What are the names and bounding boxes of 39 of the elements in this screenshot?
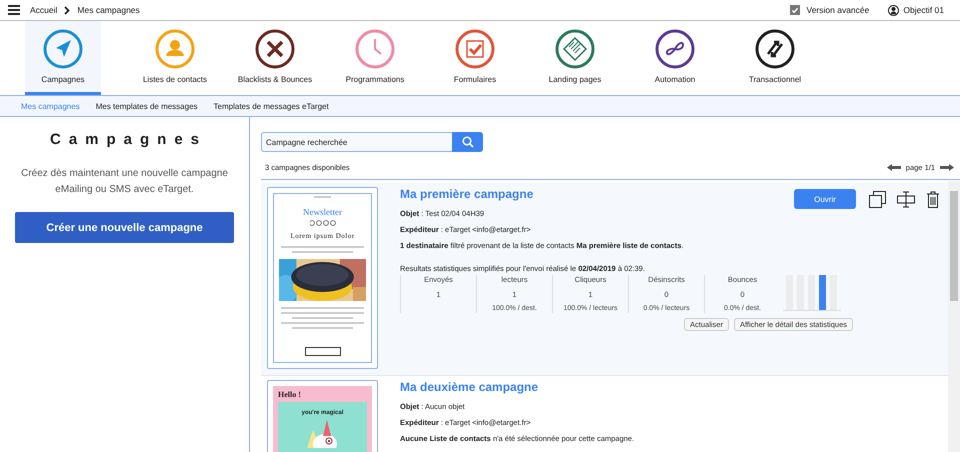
nav-tab[interactable]: Listes de contacts bbox=[125, 21, 225, 95]
preview-title: Hello ! bbox=[278, 390, 302, 399]
panel-title: Campagnes bbox=[48, 131, 208, 148]
nav-tab[interactable]: Automation bbox=[625, 21, 725, 95]
panel-description: Créez dès maintenant une nouvelle campagne eMailing ou SMS avec eTarget. bbox=[20, 167, 229, 197]
scrollbar[interactable] bbox=[948, 181, 960, 452]
checkbox[interactable] bbox=[790, 5, 800, 15]
menu-icon[interactable] bbox=[8, 5, 20, 15]
subnav-tab[interactable]: Mes campagnes bbox=[17, 100, 84, 112]
campaign-title[interactable]: Ma première campagne bbox=[400, 187, 534, 201]
search-icon bbox=[462, 136, 474, 148]
mini-chart-drawing bbox=[783, 275, 841, 311]
duplicate-icon[interactable] bbox=[869, 190, 886, 208]
create-campaign-button[interactable]: Créer une nouvelle campagne bbox=[15, 212, 234, 243]
breadcrumb-link[interactable]: Accueil bbox=[30, 5, 58, 15]
nav-tab[interactable]: Blacklists & Bounces bbox=[225, 21, 325, 95]
nav-tab[interactable]: Programmations bbox=[325, 21, 425, 95]
subnav-tab[interactable]: Mes templates de messages bbox=[92, 100, 202, 112]
open-button[interactable]: Ouvrir bbox=[794, 189, 856, 209]
split-icon[interactable] bbox=[897, 190, 915, 208]
chevron-icon bbox=[64, 6, 70, 14]
previous-page-icon[interactable] bbox=[886, 164, 901, 171]
next-page-icon[interactable] bbox=[940, 164, 954, 171]
trash-icon[interactable] bbox=[926, 190, 940, 208]
nav-tab[interactable]: Campagnes bbox=[25, 21, 101, 95]
search-button[interactable] bbox=[452, 132, 483, 152]
account-name[interactable]: Objectif 01 bbox=[903, 5, 944, 15]
subnav-tab[interactable]: Templates de messages eTarget bbox=[210, 100, 333, 112]
user-icon[interactable] bbox=[888, 4, 900, 16]
nav-tab[interactable]: Formulaires bbox=[425, 21, 525, 95]
social-icons bbox=[310, 220, 336, 226]
nav-tab[interactable]: Transactionnel bbox=[725, 21, 825, 95]
breadcrumb-current: Mes campagnes bbox=[77, 5, 140, 15]
preview-title: Newsletter bbox=[303, 207, 342, 217]
preview-button bbox=[304, 347, 340, 356]
search-field[interactable]: Campagne recherchée bbox=[261, 132, 452, 152]
nav-tab[interactable]: Landing pages bbox=[525, 21, 625, 95]
checkbox-label: Version avancée bbox=[806, 5, 870, 15]
campaign-title[interactable]: Ma deuxième campagne bbox=[400, 380, 538, 394]
